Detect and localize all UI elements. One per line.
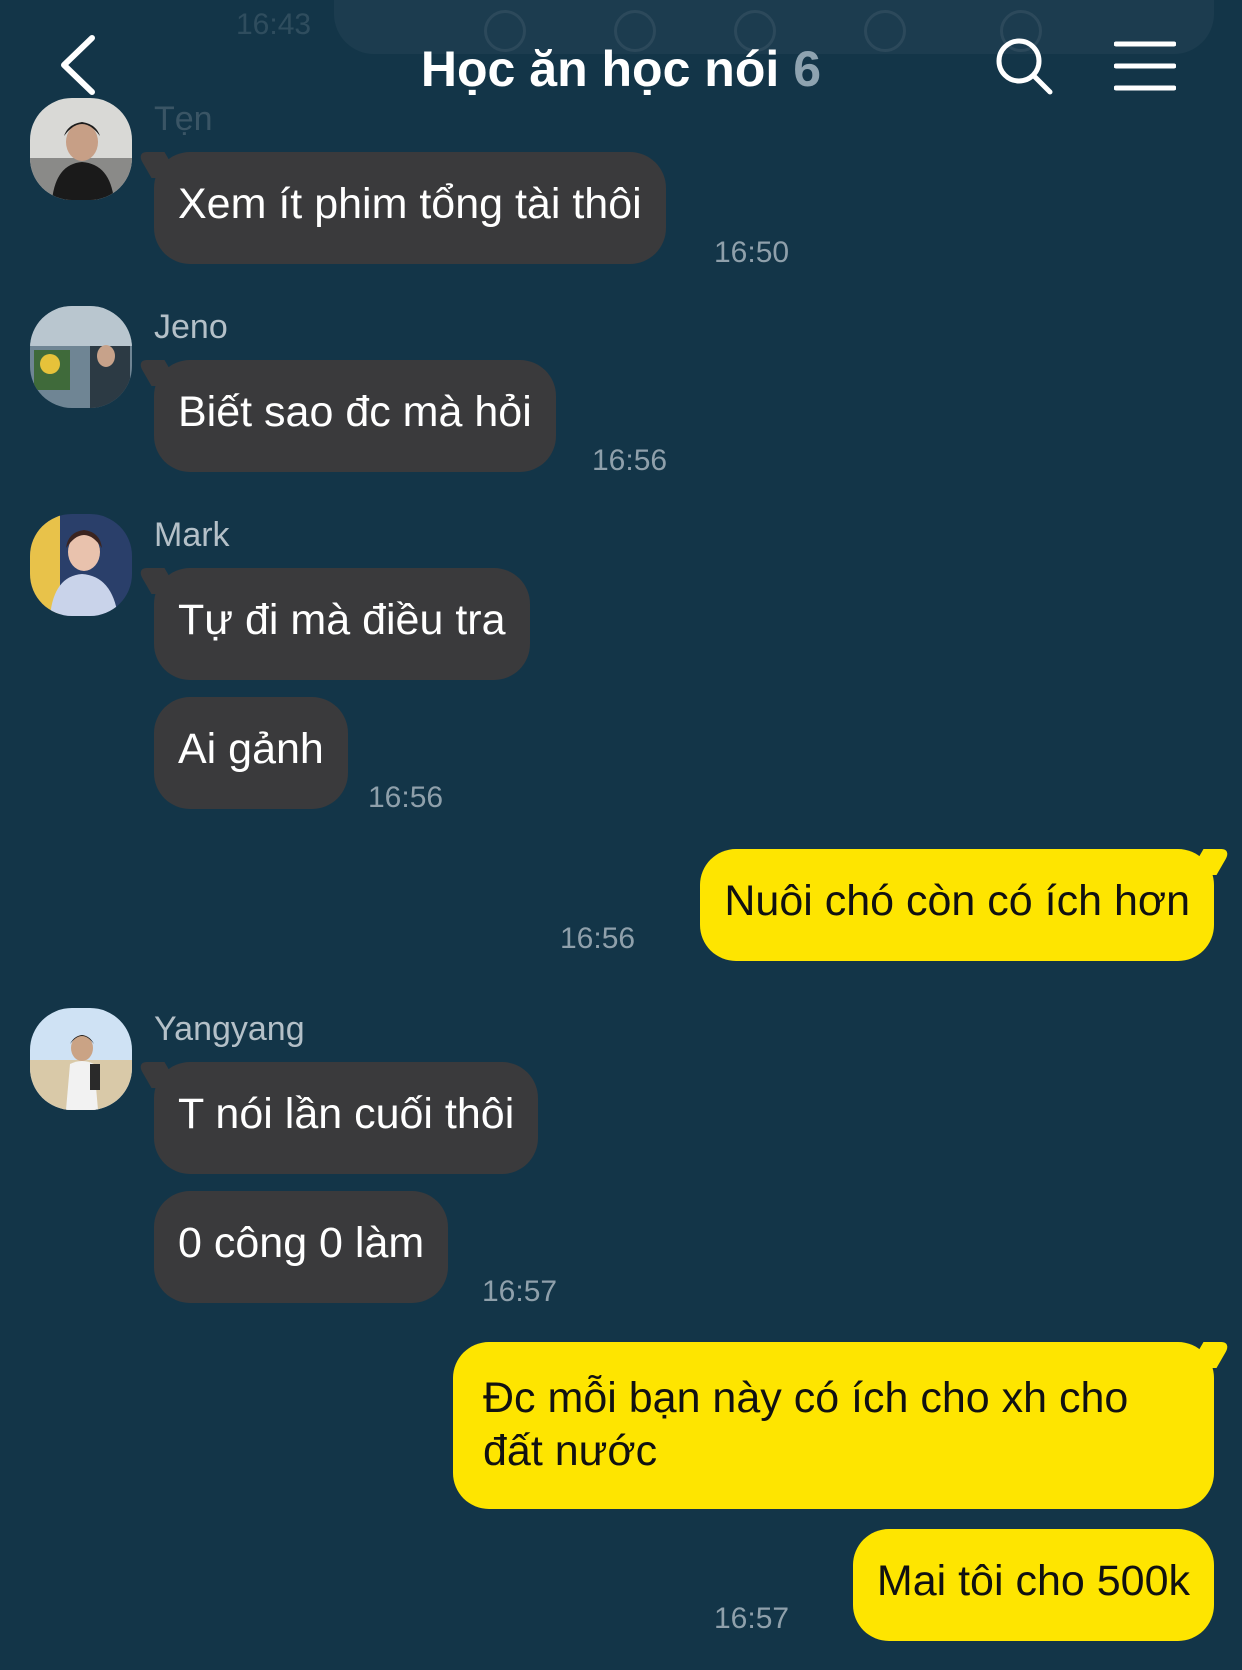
avatar-jeno[interactable] (30, 306, 132, 408)
message-bubble[interactable]: T nói lần cuối thôi (154, 1062, 539, 1174)
sender-name: Tẹn (154, 100, 213, 138)
message-time: 16:56 (592, 444, 668, 477)
message-time: 16:56 (368, 781, 444, 814)
user-photo-icon (30, 98, 132, 200)
user-photo-icon (30, 1008, 132, 1110)
avatar-yangyang[interactable] (30, 1008, 132, 1110)
user-photo-icon (30, 514, 132, 616)
user-photo-icon (30, 306, 132, 408)
my-message-bubble[interactable]: Đc mỗi bạn này có ích cho xh cho đất nướ… (453, 1342, 1214, 1509)
message-bubble[interactable]: 0 công 0 làm (154, 1191, 449, 1303)
hamburger-menu-icon (1113, 41, 1177, 91)
message-bubble[interactable]: Ai gảnh (154, 697, 348, 809)
avatar-ten[interactable] (30, 98, 132, 200)
search-button[interactable] (994, 36, 1054, 96)
message-bubble[interactable]: Biết sao đc mà hỏi (154, 360, 556, 472)
message-time: 16:56 (560, 922, 636, 955)
sender-name: Yangyang (154, 1010, 305, 1048)
menu-button[interactable] (1113, 40, 1177, 92)
search-icon (996, 38, 1053, 95)
message-time: 16:57 (714, 1602, 790, 1635)
my-message-bubble[interactable]: Nuôi chó còn có ích hơn (700, 849, 1214, 961)
chat-title: Học ăn học nói 6 (0, 40, 1242, 98)
group-name: Học ăn học nói (420, 41, 780, 97)
message-bubble[interactable]: Xem ít phim tổng tài thôi (154, 152, 666, 264)
sender-name: Jeno (154, 308, 228, 346)
message-time: 16:57 (482, 1275, 558, 1308)
my-message-bubble[interactable]: Mai tôi cho 500k (852, 1529, 1214, 1641)
avatar-mark[interactable] (30, 514, 132, 616)
sender-name: Mark (154, 516, 230, 554)
member-count: 6 (793, 41, 822, 97)
message-time: 16:50 (714, 236, 790, 269)
message-bubble[interactable]: Tự đi mà điều tra (154, 568, 530, 680)
